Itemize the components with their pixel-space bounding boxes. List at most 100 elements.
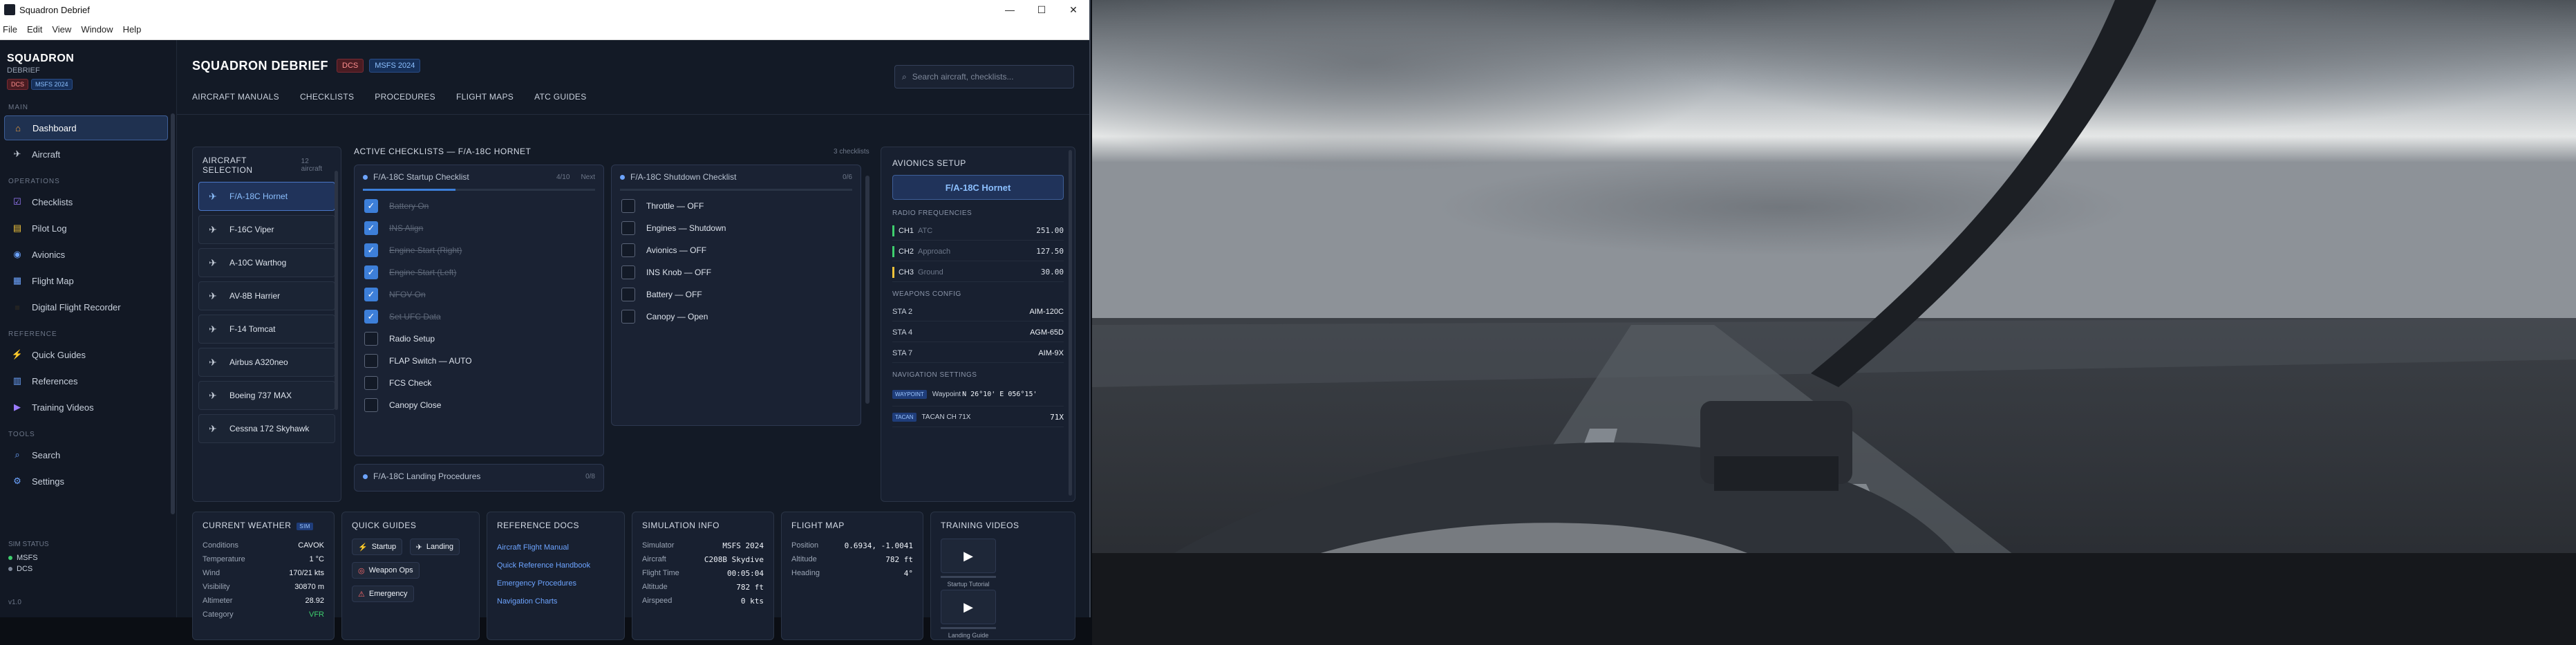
guide-emergency-button[interactable]: ⚠ Emergency [352, 586, 414, 602]
aircraft-item[interactable]: ✈ A-10C Warthog [198, 248, 335, 277]
aircraft-item[interactable]: ✈ F-16C Viper [198, 215, 335, 244]
checklist-item[interactable]: Battery — OFF [612, 283, 861, 306]
sidebar-item-avionics[interactable]: ◉ Avionics [4, 242, 168, 267]
checkbox[interactable] [621, 265, 635, 279]
checklist-item[interactable]: Avionics — OFF [612, 239, 861, 261]
menu-help[interactable]: Help [123, 24, 142, 35]
aircraft-item[interactable]: ✈ AV-8B Harrier [198, 281, 335, 310]
aircraft-item[interactable]: ✈ Boeing 737 MAX [198, 381, 335, 410]
weapon-station-row[interactable]: STA 4 AGM-65D [892, 323, 1064, 342]
sidebar-item-flight-map[interactable]: ▦ Flight Map [4, 268, 168, 293]
tab-aircraft-manuals[interactable]: AIRCRAFT MANUALS [192, 92, 279, 102]
menu-edit[interactable]: Edit [27, 24, 42, 35]
checklist-item[interactable]: Canopy Close [355, 394, 603, 416]
landing-checklist[interactable]: F/A-18C Landing Procedures 0/8 [354, 464, 604, 492]
plane-icon: ✈ [209, 422, 217, 434]
avionics-scrollbar[interactable] [1069, 150, 1072, 496]
doc-link[interactable]: Emergency Procedures [497, 574, 614, 592]
checkbox[interactable] [364, 354, 378, 368]
doc-link[interactable]: Navigation Charts [497, 592, 614, 610]
sidebar-item-search[interactable]: ⌕ Search [4, 442, 168, 467]
checkbox[interactable] [364, 376, 378, 390]
tab-atc-guides[interactable]: ATC GUIDES [534, 92, 586, 102]
checkbox-checked[interactable]: ✓ [364, 221, 378, 235]
tab-procedures[interactable]: PROCEDURES [375, 92, 435, 102]
aircraft-item[interactable]: ✈ Cessna 172 Skyhawk [198, 414, 335, 443]
checkbox-checked[interactable]: ✓ [364, 288, 378, 301]
aircraft-list-scrollbar[interactable] [335, 171, 338, 410]
checklist-header[interactable]: F/A-18C Startup Checklist 4/10 Next [355, 165, 603, 189]
doc-link[interactable]: Quick Reference Handbook [497, 557, 614, 574]
checklist-item[interactable]: ✓ NFOV On [355, 283, 603, 306]
checkbox[interactable] [364, 332, 378, 346]
sidebar-item-quick-guides[interactable]: ⚡ Quick Guides [4, 342, 168, 367]
sim-name: MSFS [17, 554, 38, 562]
video-startup-tutorial[interactable]: ▶ Startup Tutorial [941, 539, 996, 588]
sidebar-item-checklists[interactable]: ☑ Checklists [4, 189, 168, 214]
plane-icon: ✈ [209, 256, 217, 268]
radio-frequency-row[interactable]: CH3 Ground 30.00 [892, 263, 1064, 282]
weapon-station-row[interactable]: STA 2 AIM-120C [892, 302, 1064, 321]
checkbox-checked[interactable]: ✓ [364, 265, 378, 279]
menu-view[interactable]: View [52, 24, 71, 35]
checklist-item[interactable]: Engines — Shutdown [612, 217, 861, 239]
checkbox[interactable] [621, 199, 635, 213]
checklist-item[interactable]: ✓ Set UFC Data [355, 306, 603, 328]
video-landing-guide[interactable]: ▶ Landing Guide [941, 590, 996, 639]
reference-docs-title: REFERENCE DOCS [497, 521, 580, 530]
search-input[interactable]: ⌕ Search aircraft, checklists... [894, 65, 1074, 88]
checkbox[interactable] [621, 288, 635, 301]
weapon-station-row[interactable]: STA 7 AIM-9X [892, 344, 1064, 363]
sidebar-item-dfr[interactable]: ■ Digital Flight Recorder [4, 295, 168, 319]
sidebar-item-references[interactable]: ▥ References [4, 368, 168, 393]
guide-label: Startup [371, 543, 397, 551]
checklist-item[interactable]: ✓ Engine Start (Left) [355, 261, 603, 283]
checklist-item[interactable]: ✓ Battery On [355, 195, 603, 217]
checkbox-checked[interactable]: ✓ [364, 243, 378, 257]
radio-frequency-row[interactable]: CH2 Approach 127.50 [892, 242, 1064, 261]
checklist-item[interactable]: ✓ Engine Start (Right) [355, 239, 603, 261]
sidebar-item-settings[interactable]: ⚙ Settings [4, 469, 168, 494]
guide-landing-button[interactable]: ✈ Landing [409, 539, 460, 555]
quick-guides-title: QUICK GUIDES [352, 521, 417, 530]
sidebar-item-training-videos[interactable]: ▶ Training Videos [4, 395, 168, 420]
tab-checklists[interactable]: CHECKLISTS [300, 92, 354, 102]
sidebar-item-pilot-log[interactable]: ▤ Pilot Log [4, 216, 168, 241]
checklist-item[interactable]: FLAP Switch — AUTO [355, 350, 603, 372]
sidebar-item-dashboard[interactable]: ⌂ Dashboard [4, 115, 168, 140]
tab-flight-maps[interactable]: FLIGHT MAPS [456, 92, 514, 102]
guide-startup-button[interactable]: ⚡ Startup [352, 539, 403, 555]
menu-window[interactable]: Window [81, 24, 113, 35]
doc-link[interactable]: Aircraft Flight Manual [497, 539, 614, 557]
checklist-header[interactable]: F/A-18C Shutdown Checklist 0/6 [612, 165, 861, 189]
minimize-button[interactable]: — [994, 0, 1026, 19]
checklist-item[interactable]: Radio Setup [355, 328, 603, 350]
checklist-item-label: Set UFC Data [389, 312, 441, 321]
checklist-header[interactable]: F/A-18C Landing Procedures 0/8 [355, 465, 603, 488]
checklist-item[interactable]: ✓ INS Align [355, 217, 603, 239]
radio-frequency-row[interactable]: CH1 ATC 251.00 [892, 221, 1064, 241]
info-key: Altimeter [203, 597, 233, 605]
station-load: AIM-9X [1038, 348, 1064, 357]
checkbox[interactable] [364, 398, 378, 412]
checklist-item[interactable]: Throttle — OFF [612, 195, 861, 217]
sidebar-item-aircraft[interactable]: ✈ Aircraft [4, 142, 168, 167]
maximize-button[interactable]: ☐ [1026, 0, 1057, 19]
checklist-item[interactable]: FCS Check [355, 372, 603, 394]
menu-file[interactable]: File [3, 24, 17, 35]
close-button[interactable]: ✕ [1057, 0, 1089, 19]
checklist-item[interactable]: Canopy — Open [612, 306, 861, 328]
checkbox[interactable] [621, 310, 635, 324]
aircraft-item[interactable]: ✈ Airbus A320neo [198, 348, 335, 377]
checklist-item[interactable]: INS Knob — OFF [612, 261, 861, 283]
station-label: STA 4 [892, 328, 913, 337]
checkbox-checked[interactable]: ✓ [364, 310, 378, 324]
checkbox-checked[interactable]: ✓ [364, 199, 378, 213]
aircraft-item[interactable]: ✈ F/A-18C Hornet [198, 182, 335, 211]
aircraft-item[interactable]: ✈ F-14 Tomcat [198, 315, 335, 344]
checkbox[interactable] [621, 243, 635, 257]
guide-weapon-ops-button[interactable]: ◎ Weapon Ops [352, 562, 420, 579]
sidebar-scrollbar[interactable] [171, 113, 175, 514]
checklists-scrollbar[interactable] [865, 176, 869, 404]
checkbox[interactable] [621, 221, 635, 235]
